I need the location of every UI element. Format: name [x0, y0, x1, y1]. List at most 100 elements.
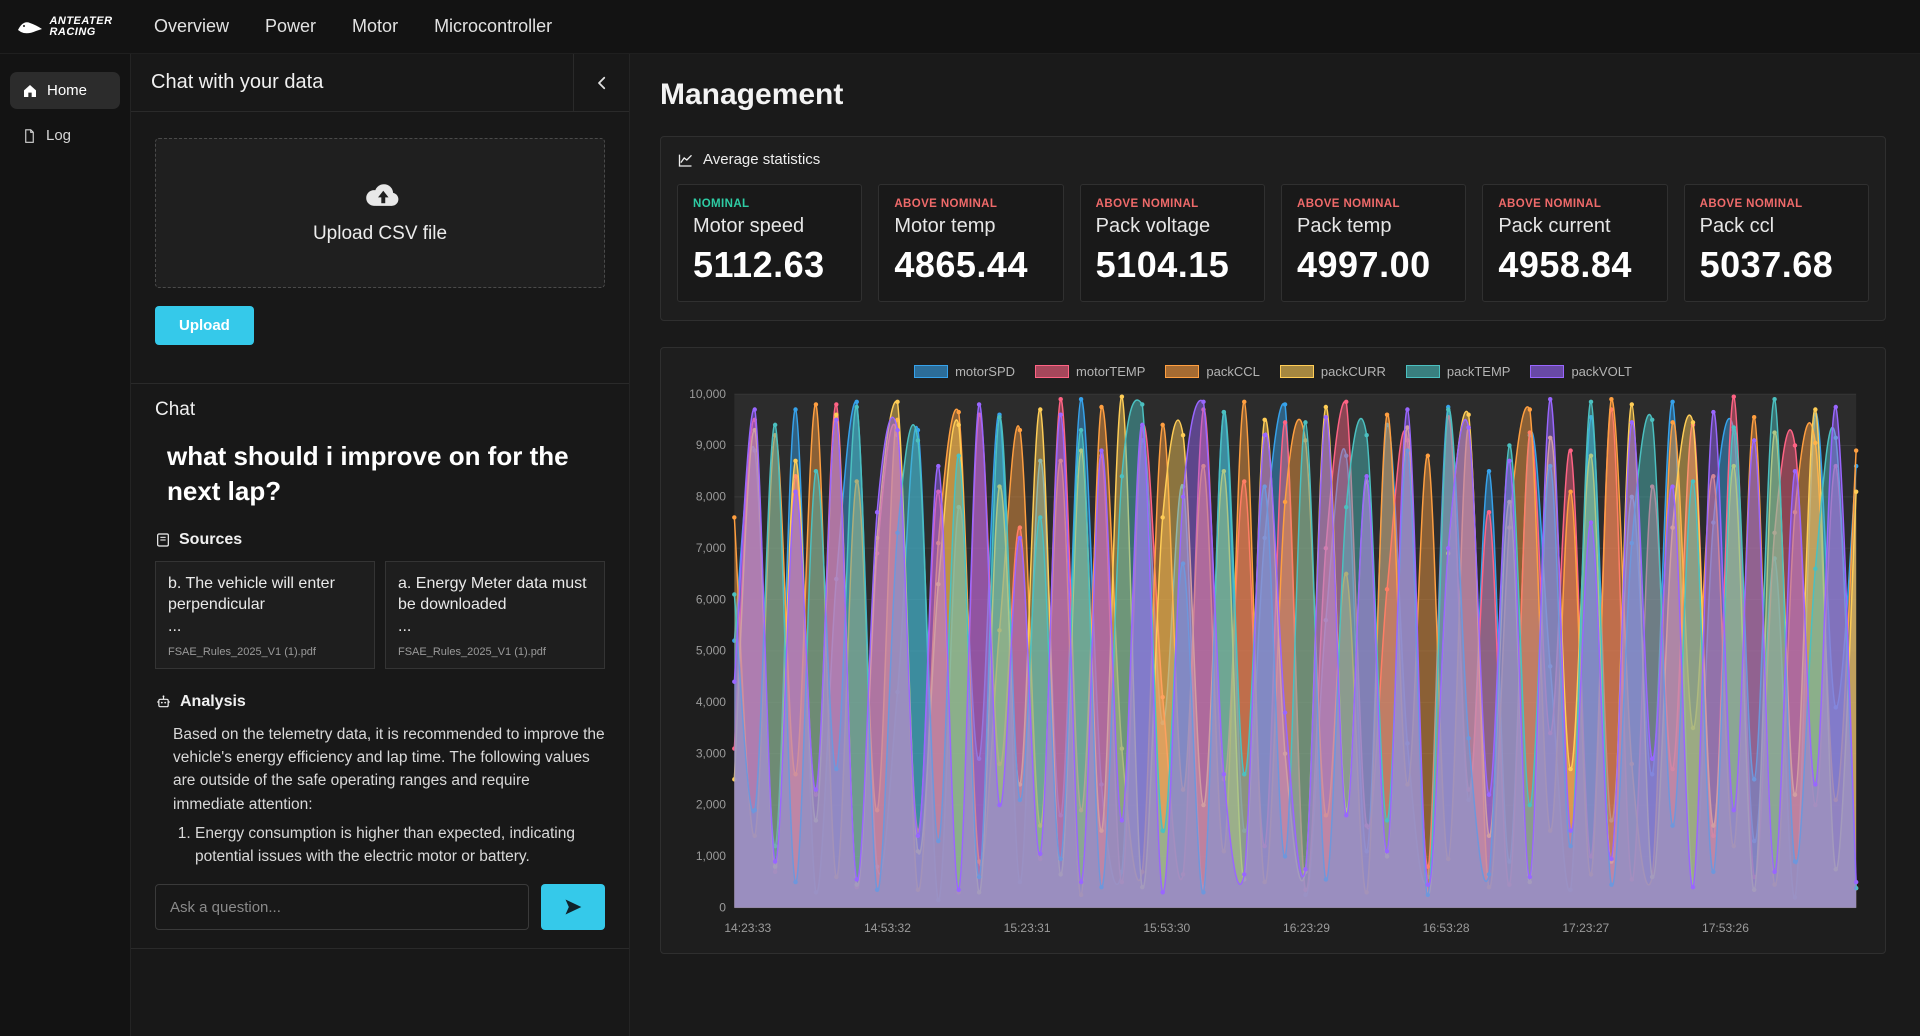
svg-text:16:23:29: 16:23:29 [1283, 921, 1330, 935]
source-quote: b. The vehicle will enter perpendicular [168, 575, 335, 613]
svg-text:1,000: 1,000 [696, 849, 726, 863]
upload-section: Upload CSV file Upload [131, 112, 629, 345]
send-button[interactable] [541, 884, 605, 931]
log-icon [25, 128, 34, 143]
upload-button[interactable]: Upload [155, 306, 254, 345]
chart-legend: motorSPD motorTEMP packCCL packCURR packTEMP… [675, 358, 1871, 383]
ask-row [131, 868, 629, 950]
source-filename: FSAE_Rules_2025_V1 (1).pdf [398, 645, 546, 658]
svg-text:15:53:30: 15:53:30 [1143, 921, 1190, 935]
source-filename: FSAE_Rules_2025_V1 (1).pdf [168, 645, 316, 658]
svg-text:5,000: 5,000 [696, 644, 726, 658]
stat-value: 5112.63 [693, 244, 825, 285]
stat-card: ABOVE NOMINAL Pack voltage 5104.15 [1079, 184, 1265, 302]
nav-item-overview[interactable]: Overview [154, 16, 229, 37]
stat-card: NOMINAL Motor speed 5112.63 [677, 184, 863, 302]
sources-label: Sources [179, 531, 243, 549]
legend-swatch [1530, 365, 1565, 378]
brand-text: ANTEATER RACING [49, 14, 113, 38]
stat-value: 4958.84 [1498, 244, 1632, 285]
robot-icon [157, 695, 170, 708]
main-content: Management Average statistics NOMINAL Mo… [630, 54, 1920, 1036]
telemetry-chart-panel: motorSPD motorTEMP packCCL packCURR packTEMP… [660, 347, 1886, 954]
sources-section: Sources b. The vehicle will enter perpen… [131, 509, 629, 669]
legend-item-packCCL[interactable]: packCCL [1165, 364, 1260, 379]
nav-item-motor[interactable]: Motor [352, 16, 398, 37]
stat-value: 4865.44 [894, 244, 1028, 285]
dropzone-label: Upload CSV file [312, 223, 448, 244]
nav-links: Overview Power Motor Microcontroller [154, 16, 552, 37]
cloud-upload-icon [366, 184, 399, 206]
user-question: what should i improve on for the next la… [167, 441, 569, 507]
stat-value: 4997.00 [1296, 244, 1431, 285]
svg-text:10,000: 10,000 [689, 387, 726, 401]
svg-text:17:53:26: 17:53:26 [1702, 921, 1749, 935]
legend-swatch [914, 365, 949, 378]
legend-item-motorSPD[interactable]: motorSPD [914, 364, 1015, 379]
analysis-label-row: Analysis [155, 693, 605, 711]
stat-status: ABOVE NOMINAL [1296, 198, 1400, 210]
svg-text:16:53:28: 16:53:28 [1423, 921, 1470, 935]
analysis-text: Based on the telemetry data, it is recom… [173, 725, 605, 813]
chat-section: Chat what should i improve on for the ne… [131, 383, 629, 950]
legend-item-packTEMP[interactable]: packTEMP [1405, 364, 1510, 379]
sidebar-item-log[interactable]: Log [10, 117, 120, 154]
svg-text:4,000: 4,000 [696, 695, 726, 709]
line-chart-icon [678, 154, 692, 167]
brand-logo[interactable]: ANTEATER RACING [0, 14, 130, 38]
source-card[interactable]: a. Energy Meter data must be downloaded … [385, 561, 605, 669]
sidebar-item-home[interactable]: Home [10, 72, 120, 109]
legend-swatch [1405, 365, 1440, 378]
telemetry-chart: 0 1,000 2,000 3,000 4,000 5,000 6,000 7,000 8,00… [689, 387, 1859, 935]
svg-text:2,000: 2,000 [696, 798, 726, 812]
legend-swatch [1165, 365, 1200, 378]
legend-swatch [1279, 365, 1314, 378]
chat-panel: Chat with your data Upload CSV file Uplo… [130, 54, 630, 1036]
source-ellipsis: ... [398, 617, 412, 635]
average-statistics-panel: Average statistics NOMINAL Motor speed 5… [660, 136, 1886, 321]
source-quote: a. Energy Meter data must be downloaded [398, 575, 587, 613]
nav-item-power[interactable]: Power [265, 16, 316, 37]
stat-label: Pack voltage [1095, 215, 1211, 237]
svg-text:17:23:27: 17:23:27 [1562, 921, 1609, 935]
sidebar-item-label: Home [47, 82, 88, 99]
source-cards: b. The vehicle will enter perpendicular … [155, 561, 605, 669]
svg-text:15:23:31: 15:23:31 [1004, 921, 1051, 935]
svg-text:14:23:33: 14:23:33 [724, 921, 771, 935]
chat-panel-header: Chat with your data [131, 54, 629, 112]
source-ellipsis: ... [168, 617, 182, 635]
stats-header-label: Average statistics [703, 151, 821, 168]
analysis-list-item: Energy consumption is higher than expect… [195, 822, 605, 869]
stat-card: ABOVE NOMINAL Motor temp 4865.44 [878, 184, 1064, 302]
chat-heading: Chat [155, 399, 196, 420]
ask-question-input[interactable] [155, 884, 529, 931]
source-card[interactable]: b. The vehicle will enter perpendicular … [155, 561, 375, 669]
stat-label: Motor temp [894, 215, 996, 237]
stat-status: ABOVE NOMINAL [1498, 198, 1602, 210]
svg-text:6,000: 6,000 [696, 592, 726, 606]
sidebar-item-label: Log [46, 127, 72, 144]
anteater-logo-icon [18, 21, 43, 33]
legend-item-packCURR[interactable]: packCURR [1279, 364, 1386, 379]
nav-item-microcontroller[interactable]: Microcontroller [434, 16, 552, 37]
stat-label: Pack temp [1296, 215, 1392, 237]
analysis-label: Analysis [180, 692, 246, 710]
legend-item-motorTEMP[interactable]: motorTEMP [1035, 364, 1145, 379]
stat-status: ABOVE NOMINAL [1095, 198, 1199, 210]
stat-label: Motor speed [693, 215, 805, 237]
svg-text:3,000: 3,000 [696, 746, 726, 760]
collapse-panel-button[interactable] [573, 54, 629, 111]
stat-status: ABOVE NOMINAL [894, 198, 998, 210]
legend-item-packVOLT[interactable]: packVOLT [1530, 364, 1632, 379]
stat-status: NOMINAL [693, 198, 750, 210]
chat-panel-title: Chat with your data [151, 71, 324, 93]
stat-card: ABOVE NOMINAL Pack temp 4997.00 [1280, 184, 1467, 302]
stat-value: 5104.15 [1095, 244, 1230, 285]
stat-label: Pack current [1498, 215, 1611, 237]
csv-dropzone[interactable]: Upload CSV file [155, 138, 605, 288]
analysis-list: Energy consumption is higher than expect… [177, 822, 605, 869]
svg-text:9,000: 9,000 [696, 438, 726, 452]
sources-icon [157, 533, 169, 547]
sources-label-row: Sources [155, 531, 605, 549]
stat-cards: NOMINAL Motor speed 5112.63 ABOVE NOMINA… [677, 184, 1869, 302]
